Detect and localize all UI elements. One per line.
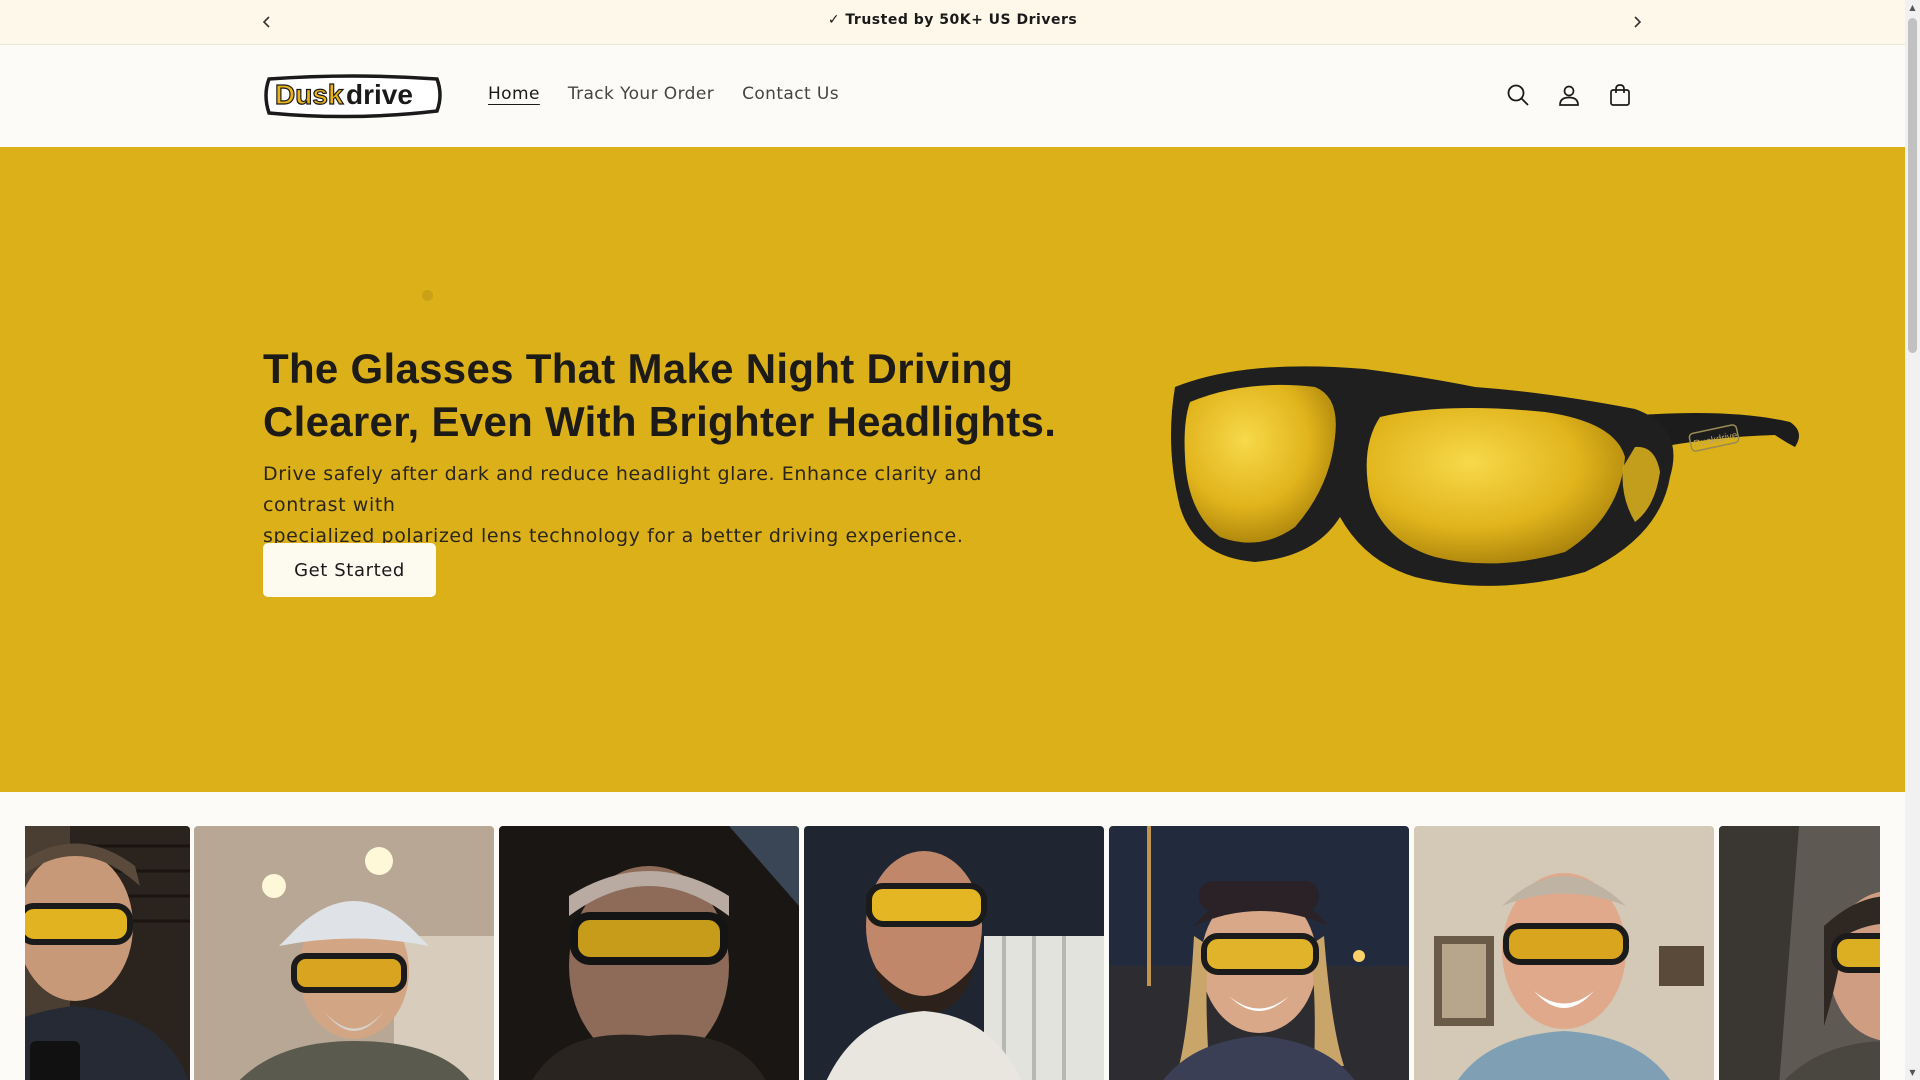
customer-gallery — [0, 792, 1905, 1080]
announcement-bar: ✓ Trusted by 50K+ US Drivers — [0, 0, 1905, 45]
customer-photo-5 — [1109, 826, 1409, 1080]
hero-subtitle: Drive safely after dark and reduce headl… — [263, 459, 1063, 552]
announcement-text: ✓ Trusted by 50K+ US Drivers — [827, 12, 1078, 28]
customer-photo-2 — [194, 826, 494, 1080]
search-icon[interactable] — [1505, 82, 1531, 108]
site-header: Dusk drive Home Track Your Order Contact… — [0, 46, 1905, 146]
scroll-up-arrow-icon[interactable]: ▲ — [1905, 0, 1920, 15]
customer-photo-7 — [1719, 826, 1880, 1080]
scroll-down-arrow-icon[interactable]: ▼ — [1905, 1065, 1920, 1080]
logo-text-dusk: Dusk — [275, 79, 344, 110]
hero-banner: The Glasses That Make Night Driving Clea… — [0, 147, 1905, 792]
get-started-button[interactable]: Get Started — [263, 543, 436, 597]
chevron-right-icon[interactable] — [1625, 10, 1649, 34]
hero-subtitle-line-1: Drive safely after dark and reduce headl… — [263, 463, 983, 516]
customer-photo-4 — [804, 826, 1104, 1080]
product-glasses-image: Duskdrive — [1171, 366, 1799, 586]
customer-photo-3 — [499, 826, 799, 1080]
nav-home[interactable]: Home — [488, 84, 540, 104]
nav-contact-us[interactable]: Contact Us — [742, 84, 839, 104]
cart-icon[interactable] — [1607, 82, 1633, 108]
page-scrollbar[interactable]: ▲ ▼ — [1905, 0, 1920, 1080]
header-icons — [1505, 82, 1633, 108]
nav-track-order[interactable]: Track Your Order — [568, 84, 714, 104]
duskdrive-logo[interactable]: Dusk drive — [263, 71, 443, 119]
hero-title-line-1: The Glasses That Make Night Driving — [263, 345, 1014, 392]
account-icon[interactable] — [1556, 82, 1582, 108]
hero-decoration-dot — [422, 290, 433, 301]
hero-title: The Glasses That Make Night Driving Clea… — [263, 342, 1063, 448]
gallery-strip[interactable] — [25, 826, 1880, 1080]
customer-photo-6 — [1414, 826, 1714, 1080]
customer-photo-1 — [25, 826, 190, 1080]
main-nav: Home Track Your Order Contact Us — [488, 84, 839, 104]
hero-title-line-2: Clearer, Even With Brighter Headlights. — [263, 398, 1057, 445]
logo-text-drive: drive — [346, 79, 413, 110]
scrollbar-thumb[interactable] — [1908, 18, 1917, 353]
